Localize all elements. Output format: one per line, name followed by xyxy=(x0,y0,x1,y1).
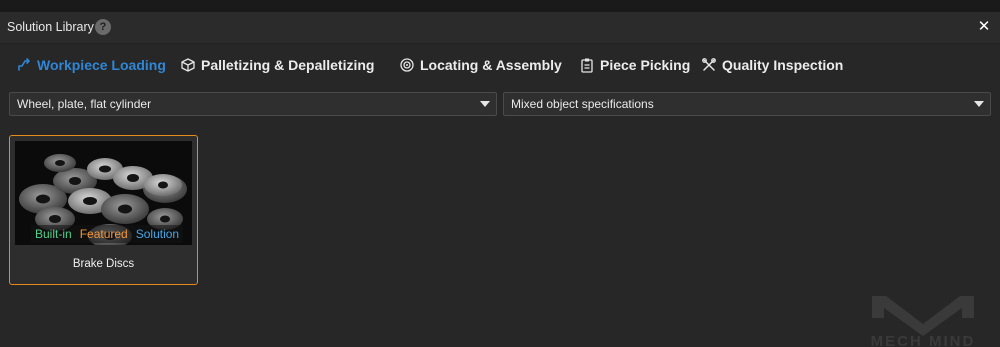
title-bar-strip: Solution Library ? ✕ xyxy=(0,12,1000,44)
close-icon[interactable]: ✕ xyxy=(976,18,992,36)
category-tabs: Workpiece Loading Palletizing & Depallet… xyxy=(0,44,1000,84)
chevron-down-icon xyxy=(974,101,984,107)
tab-workpiece-loading[interactable]: Workpiece Loading xyxy=(16,55,166,75)
tab-label: Workpiece Loading xyxy=(37,57,166,73)
tab-label: Quality Inspection xyxy=(722,57,844,73)
title-bar: Solution Library ? ✕ xyxy=(0,0,1000,44)
tag-built-in: Built-in xyxy=(35,227,72,241)
box-icon xyxy=(181,58,195,72)
gear-target-icon xyxy=(400,58,414,72)
tab-piece-picking[interactable]: Piece Picking xyxy=(579,55,690,75)
tab-quality-inspection[interactable]: Quality Inspection xyxy=(701,55,843,75)
main-panel: Workpiece Loading Palletizing & Depallet… xyxy=(0,44,1000,347)
specification-filter-select[interactable]: Mixed object specifications xyxy=(503,92,991,116)
solution-name: Brake Discs xyxy=(72,258,135,270)
tab-palletizing[interactable]: Palletizing & Depalletizing xyxy=(180,55,374,75)
tools-icon xyxy=(702,58,716,71)
svg-text:MECH MIND: MECH MIND xyxy=(871,333,976,347)
specification-filter-value: Mixed object specifications xyxy=(511,97,654,111)
clipboard-icon xyxy=(581,58,593,73)
tag-solution: Solution xyxy=(135,227,180,241)
workpiece-loading-icon xyxy=(18,58,30,71)
tag-featured: Featured xyxy=(79,227,128,241)
help-icon[interactable]: ? xyxy=(95,19,111,35)
solution-tags: Built-in Featured Solution xyxy=(31,225,184,243)
tab-label: Locating & Assembly xyxy=(420,57,562,73)
shape-filter-select[interactable]: Wheel, plate, flat cylinder xyxy=(9,92,497,116)
solution-card-brake-discs[interactable]: Built-in Featured Solution Brake Discs xyxy=(9,135,198,285)
tab-label: Palletizing & Depalletizing xyxy=(201,57,375,73)
shape-filter-value: Wheel, plate, flat cylinder xyxy=(17,97,152,111)
chevron-down-icon xyxy=(480,101,490,107)
window-title: Solution Library xyxy=(7,20,94,34)
tab-locating-assembly[interactable]: Locating & Assembly xyxy=(399,55,562,75)
solution-thumbnail: Built-in Featured Solution xyxy=(15,141,192,245)
mech-mind-logo: MECH MIND xyxy=(871,296,976,347)
tab-label: Piece Picking xyxy=(600,57,691,73)
